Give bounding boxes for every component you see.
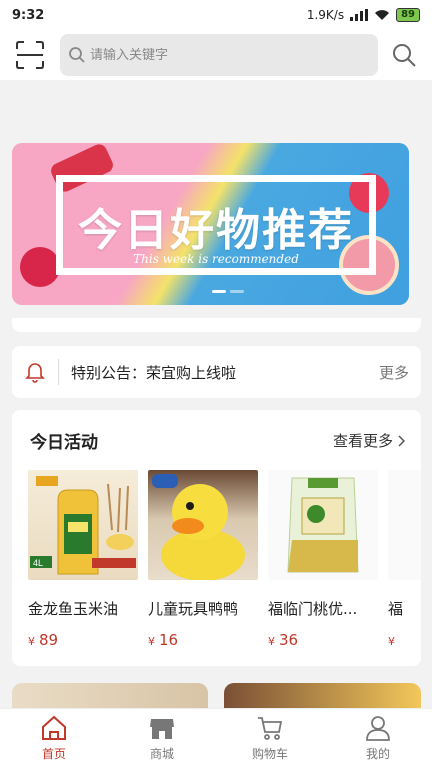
search-header: [0, 30, 432, 80]
activity-header: 今日活动 查看更多: [12, 410, 421, 453]
tab-label: 我的: [365, 747, 390, 761]
duck-toy-image: [152, 474, 245, 580]
view-more-label: 查看更多: [332, 432, 393, 450]
scan-button[interactable]: [12, 37, 48, 73]
scan-icon: [16, 41, 44, 69]
tab-cart[interactable]: 购物车: [216, 709, 324, 768]
notice-bar[interactable]: 特别公告：荣宜购上线啦 更多: [12, 346, 421, 398]
cart-icon: [258, 717, 283, 740]
chevron-right-icon: [398, 434, 405, 447]
tab-label: 首页: [41, 747, 66, 761]
featured-card-duck[interactable]: [224, 683, 421, 709]
today-activity-section: 今日活动 查看更多 4L 金龙鱼玉米油 ¥89 儿童玩具鸭鸭 ¥ 16 福临门桃…: [12, 410, 421, 666]
product-card[interactable]: 儿童玩具鸭鸭 ¥16: [148, 470, 258, 649]
featured-card-oil[interactable]: [12, 683, 208, 709]
product-price: ¥36: [268, 631, 299, 649]
search-icon: [393, 44, 416, 67]
status-bar: 9:32 1.9K/s 89: [0, 0, 432, 30]
tab-label: 购物车: [251, 747, 288, 761]
carousel-dot: [212, 290, 226, 293]
product-list: 4L 金龙鱼玉米油 ¥89 儿童玩具鸭鸭 ¥16 福临门桃优... ¥ 36 福…: [28, 470, 421, 649]
product-card[interactable]: 福 ¥: [388, 470, 421, 649]
product-image: [268, 470, 378, 580]
bottom-tab-bar: 首页 商城 购物车 我的: [0, 708, 432, 768]
product-name: 金龙鱼玉米油: [28, 600, 119, 618]
view-more-link[interactable]: 查看更多: [333, 430, 405, 451]
product-name: 福: [388, 600, 404, 618]
bell-icon: [25, 363, 45, 383]
banner-title: 今日好物推荐: [78, 205, 354, 256]
network-speed: 1.9K/s: [306, 8, 345, 22]
tab-mine[interactable]: 我的: [324, 709, 432, 768]
notice-divider: [58, 359, 59, 385]
product-image: 4L: [28, 470, 138, 580]
battery-icon: 89: [396, 8, 420, 22]
product-price: ¥89: [28, 631, 59, 649]
tab-shop[interactable]: 商城: [108, 709, 216, 768]
search-input[interactable]: [90, 47, 370, 63]
search-button[interactable]: [388, 39, 420, 71]
carousel-indicator: [212, 290, 244, 293]
banner-subtitle: This week is recommended: [133, 252, 299, 266]
tab-home[interactable]: 首页: [0, 709, 108, 768]
product-price: ¥16: [148, 631, 179, 649]
product-price: ¥: [388, 635, 395, 648]
signal-icon: [350, 9, 369, 21]
wifi-icon: [375, 10, 390, 20]
status-time: 9:32: [12, 7, 45, 23]
oil-bottle-image: 4L: [30, 476, 136, 575]
carousel-dot: [230, 290, 244, 293]
product-name: 儿童玩具鸭鸭: [148, 600, 239, 618]
shop-icon: [150, 719, 174, 739]
search-icon: [69, 47, 85, 63]
status-indicators: 1.9K/s 89: [307, 8, 420, 22]
svg-text:4L: 4L: [33, 558, 43, 568]
promo-banner[interactable]: 今日好物推荐 This week is recommended: [12, 143, 409, 305]
category-card: [12, 318, 421, 332]
product-card[interactable]: 4L 金龙鱼玉米油 ¥89: [28, 470, 138, 649]
notice-more-link[interactable]: 更多: [379, 362, 409, 383]
activity-title: 今日活动: [30, 433, 98, 453]
product-card[interactable]: 福临门桃优... ¥36: [268, 470, 378, 649]
product-image: [148, 470, 258, 580]
rice-bag-image: [287, 477, 359, 573]
banner-frame: 今日好物推荐 This week is recommended: [56, 175, 376, 275]
search-box[interactable]: [60, 34, 378, 76]
home-icon: [42, 715, 66, 740]
rose-decoration: [20, 247, 60, 287]
notice-text: 特别公告：荣宜购上线啦: [71, 363, 237, 382]
tab-label: 商城: [149, 747, 174, 761]
user-icon: [366, 716, 390, 741]
product-image: [388, 470, 421, 580]
product-name: 福临门桃优...: [268, 600, 358, 618]
